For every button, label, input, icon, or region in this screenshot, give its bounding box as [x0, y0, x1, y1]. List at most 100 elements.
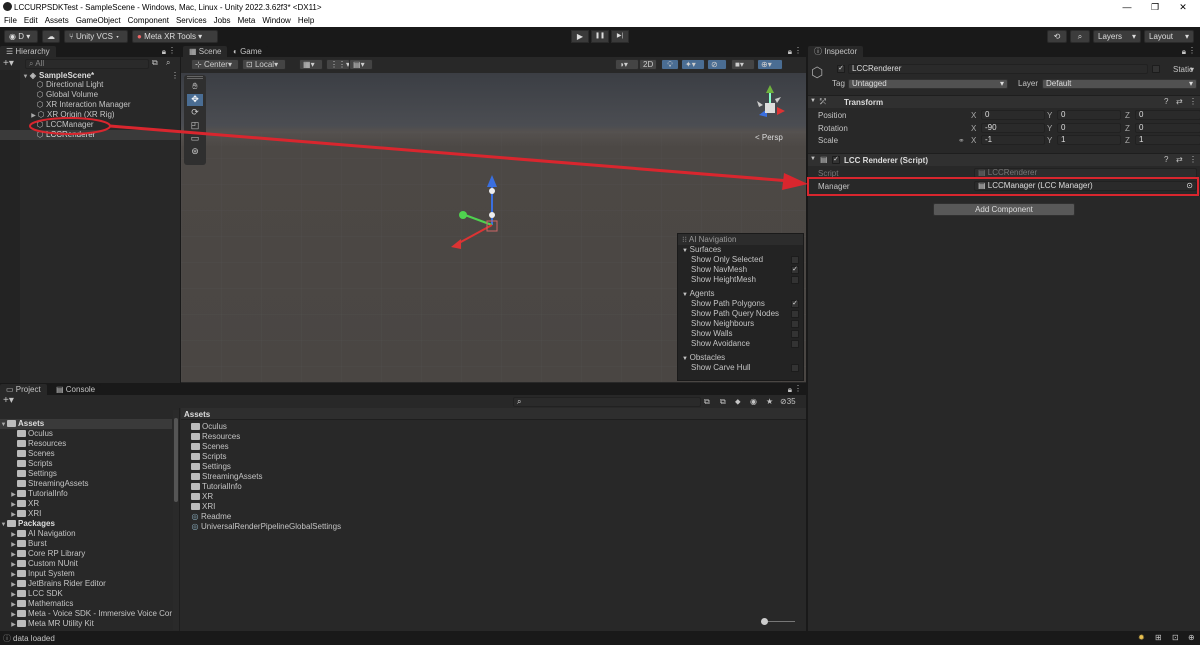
lock-icon[interactable]: 🔒︎	[1182, 47, 1186, 57]
zoom-slider-thumb[interactable]	[761, 618, 768, 625]
nav-option-checkbox[interactable]: ✓	[791, 300, 799, 308]
transform-scale-z-input[interactable]: 1	[1135, 135, 1200, 145]
favorite-star-icon[interactable]: ★	[766, 397, 773, 406]
search-by-label-icon[interactable]: ⧉	[720, 397, 726, 407]
content-folder[interactable]: StreamingAssets	[191, 472, 591, 482]
tab-scene[interactable]: ▦ Scene	[183, 46, 228, 57]
toggle-2d-button[interactable]: 2D	[639, 59, 657, 70]
content-folder[interactable]: Scenes	[191, 442, 591, 452]
menu-meta[interactable]: Meta	[235, 14, 259, 27]
layers-dropdown[interactable]: Layers ▾	[1093, 30, 1141, 43]
transform-rotation-y-input[interactable]: 0	[1057, 122, 1121, 133]
tree-package[interactable]: ▶ Core RP Library	[0, 549, 172, 559]
hierarchy-item-lccmanager[interactable]: ⬡ LCCManager	[36, 120, 94, 130]
bake-lighting-icon[interactable]: ✹	[1138, 633, 1145, 642]
help-icon[interactable]: ?	[1164, 155, 1168, 164]
nav-section-header[interactable]: ▼ Surfaces	[678, 245, 803, 255]
hierarchy-item[interactable]: ⬡ XR Interaction Manager	[36, 100, 131, 110]
transform-scale-y-input[interactable]: 1	[1057, 135, 1121, 145]
tree-package[interactable]: ▶ AI Navigation	[0, 529, 172, 539]
menu-file[interactable]: File	[1, 14, 20, 27]
search-filter-icon[interactable]: ⌕	[166, 58, 170, 68]
content-folder[interactable]: XR	[191, 492, 591, 502]
kebab-menu-icon[interactable]: ⋮	[1188, 46, 1196, 55]
gizmos-button[interactable]: ⊕▾	[757, 59, 783, 70]
step-button[interactable]: ▶|	[611, 30, 629, 43]
add-object-button[interactable]: +▾	[3, 59, 14, 69]
tab-game[interactable]: ◐ Game	[227, 46, 268, 57]
hidden-packages-count[interactable]: ⊘35	[780, 397, 796, 406]
tree-package[interactable]: ▶ Mathematics	[0, 599, 172, 609]
transform-rotation-z-input[interactable]: 0	[1135, 122, 1200, 133]
menu-assets[interactable]: Assets	[42, 14, 72, 27]
debug-icon[interactable]: ⊡	[1172, 633, 1179, 642]
menu-edit[interactable]: Edit	[21, 14, 41, 27]
menu-gameobject[interactable]: GameObject	[73, 14, 124, 27]
tree-folder[interactable]: Scenes	[0, 449, 172, 459]
hierarchy-item-lccrenderer[interactable]: ⬡ LCCRenderer	[36, 130, 96, 140]
lock-icon[interactable]: 🔒︎	[788, 385, 792, 395]
cache-icon[interactable]: ⊞	[1155, 633, 1162, 642]
transform-tool-icon[interactable]: ⊛	[187, 146, 203, 158]
scene-visibility-icon[interactable]: ⧉	[152, 58, 158, 68]
tree-folder[interactable]: StreamingAssets	[0, 479, 172, 489]
nav-option-checkbox[interactable]	[791, 340, 799, 348]
content-file[interactable]: ◎ UniversalRenderPipelineGlobalSettings	[191, 522, 591, 532]
hierarchy-item[interactable]: ⬡ Directional Light	[36, 80, 104, 90]
account-dropdown[interactable]: ◉ D ▾	[4, 30, 38, 43]
tree-folder[interactable]: ▶ XRI	[0, 509, 172, 519]
search-button[interactable]: ⌕	[1070, 30, 1090, 43]
transform-position-z-input[interactable]: 0	[1135, 110, 1200, 120]
content-folder[interactable]: Oculus	[191, 422, 591, 432]
tree-package[interactable]: ▶ LCC SDK	[0, 589, 172, 599]
transform-position-y-input[interactable]: 0	[1057, 110, 1121, 120]
status-text[interactable]: data loaded	[13, 634, 55, 643]
tree-package[interactable]: ▶ JetBrains Rider Editor	[0, 579, 172, 589]
nav-option-checkbox[interactable]	[791, 310, 799, 318]
content-folder[interactable]: XRI	[191, 502, 591, 512]
menu-jobs[interactable]: Jobs	[211, 14, 234, 27]
tree-packages-root[interactable]: ▼ Packages	[0, 519, 172, 529]
tag-dropdown[interactable]: Untagged ▾	[848, 79, 1008, 89]
close-button[interactable]: ✕	[1172, 1, 1194, 13]
draw-mode-button[interactable]: ◑▾	[615, 59, 639, 70]
lock-icon[interactable]: 🔒︎	[162, 47, 166, 57]
rotate-tool-icon[interactable]: ⟳	[187, 107, 203, 119]
tree-package[interactable]: ▶ Burst	[0, 539, 172, 549]
object-picker-icon[interactable]: ⊙	[1186, 182, 1193, 190]
nav-section-header[interactable]: ▼ Agents	[678, 289, 803, 299]
link-icon[interactable]: ⚭	[958, 136, 965, 145]
rect-tool-icon[interactable]: ▭	[187, 133, 203, 145]
label-tag-icon[interactable]: ⬥	[735, 397, 741, 407]
manager-field[interactable]: ▤ LCCManager (LCC Manager) ⊙	[974, 181, 1197, 191]
menu-help[interactable]: Help	[295, 14, 317, 27]
preset-icon[interactable]: ⇄	[1176, 155, 1183, 164]
tree-folder[interactable]: ▶ TutorialInfo	[0, 489, 172, 499]
help-icon[interactable]: ?	[1164, 97, 1168, 106]
static-checkbox[interactable]	[1152, 65, 1160, 73]
kebab-menu-icon[interactable]: ⋮	[171, 71, 179, 80]
project-search-input[interactable]: ⌕	[513, 397, 701, 407]
tree-package[interactable]: ▶ Meta MR Utility Kit	[0, 619, 172, 629]
preset-icon[interactable]: ⇄	[1176, 97, 1183, 106]
tree-folder[interactable]: Oculus	[0, 429, 172, 439]
hierarchy-search-input[interactable]: ⌕ All	[25, 59, 149, 69]
visibility-icon[interactable]: ◉	[750, 397, 757, 406]
scene-visibility-toggle[interactable]: ⊘	[707, 59, 727, 70]
notification-icon[interactable]: ⊕	[1188, 633, 1195, 642]
meta-xr-tools-dropdown[interactable]: ● Meta XR Tools ▾	[132, 30, 218, 43]
projection-label[interactable]: < Persp	[755, 133, 783, 142]
tree-package[interactable]: ▶ Meta - Voice SDK - Immersive Voice Cor	[0, 609, 172, 619]
hierarchy-item[interactable]: ⬡ Global Volume	[36, 90, 99, 100]
transform-header[interactable]: ▼ ⤱ Transform ? ⇄ ⋮	[808, 95, 1200, 108]
scrollbar-thumb[interactable]	[174, 418, 178, 502]
nav-option-checkbox[interactable]	[791, 256, 799, 264]
snap-increment-button[interactable]: ⋮⋮▾	[326, 59, 350, 70]
kebab-menu-icon[interactable]: ⋮	[794, 384, 802, 393]
menu-window[interactable]: Window	[259, 14, 293, 27]
lock-icon[interactable]: 🔒︎	[788, 47, 792, 57]
incremental-snap-button[interactable]: ▤▾	[349, 59, 373, 70]
kebab-menu-icon[interactable]: ⋮	[1189, 155, 1197, 164]
content-folder[interactable]: TutorialInfo	[191, 482, 591, 492]
create-asset-button[interactable]: +▾	[3, 396, 14, 406]
